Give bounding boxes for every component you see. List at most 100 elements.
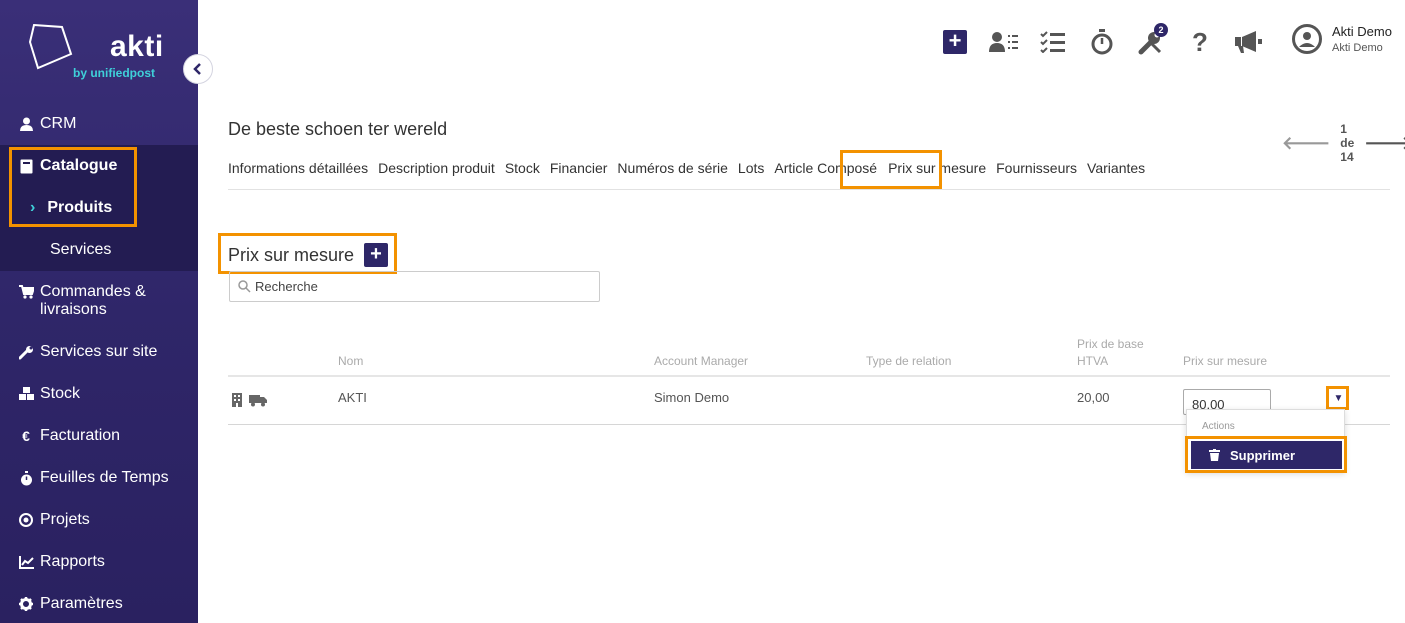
row-actions-menu: Actions Supprimer (1186, 409, 1345, 472)
building-icon (232, 393, 242, 407)
user-menu[interactable]: Akti Demo Akti Demo (1292, 24, 1392, 54)
tab-article-compose[interactable]: Article Composé (774, 160, 877, 176)
tools-button[interactable]: 2 (1136, 23, 1168, 57)
sidebar-item-label: Commandes & livraisons (40, 283, 146, 318)
arrow-left-icon[interactable]: 🡐 (1282, 133, 1330, 154)
sidebar-item-label: Stock (40, 385, 81, 402)
sidebar-item-catalogue[interactable]: Catalogue (0, 145, 198, 187)
topbar: + 2 ? (940, 23, 1283, 60)
sidebar-item-label: Catalogue (40, 157, 118, 174)
user-name: Akti Demo (1332, 24, 1392, 39)
announcements-button[interactable] (1234, 27, 1264, 57)
truck-icon (249, 395, 267, 407)
tab-prix-sur-mesure[interactable]: Prix sur mesure (888, 160, 986, 176)
add-custom-price-button[interactable]: + (364, 243, 388, 267)
column-header-account-manager[interactable]: Account Manager (654, 353, 748, 370)
pager-label: 1 de 14 (1340, 122, 1355, 164)
stopwatch-icon (18, 470, 34, 486)
section-title: Prix sur mesure (228, 245, 355, 265)
sidebar-item-label: Projets (40, 511, 90, 528)
column-header-prix-base[interactable]: Prix de base HTVA (1077, 336, 1144, 370)
user-avatar-icon (1292, 24, 1322, 54)
tab-informations[interactable]: Informations détaillées (228, 160, 368, 176)
user-icon (18, 116, 34, 132)
tab-variantes[interactable]: Variantes (1087, 160, 1145, 176)
sidebar-collapse-button[interactable] (183, 54, 213, 84)
gear-icon (18, 596, 34, 612)
euro-icon: € (22, 428, 30, 444)
sidebar-item-label: Paramètres (40, 595, 123, 612)
sidebar-item-rapports[interactable]: Rapports (0, 541, 198, 583)
column-header-nom[interactable]: Nom (338, 353, 363, 370)
sidebar-item-label: Rapports (40, 553, 105, 570)
add-button[interactable]: + (940, 27, 970, 57)
tools-badge: 2 (1154, 23, 1168, 37)
add-icon: + (943, 30, 967, 54)
sidebar-item-label: Produits (47, 199, 113, 216)
cell-prix-base: 20,00 (1077, 390, 1110, 405)
search-input[interactable] (255, 279, 575, 294)
sidebar-item-services-sur-site[interactable]: Services sur site (0, 331, 198, 373)
page-title: De beste schoen ter wereld (228, 119, 448, 139)
sidebar-item-label: Services (50, 241, 112, 258)
sidebar-item-parametres[interactable]: Paramètres (0, 583, 198, 623)
sidebar-item-produits[interactable]: › Produits (0, 187, 198, 229)
column-header-prix-mesure[interactable]: Prix sur mesure (1183, 353, 1267, 370)
sidebar-nav: CRM Catalogue › Produits Services Comman… (0, 103, 198, 623)
checklist-icon (1040, 31, 1065, 53)
sidebar-item-label: Services sur site (40, 343, 158, 360)
book-icon (18, 158, 34, 174)
tab-numeros-de-serie[interactable]: Numéros de série (617, 160, 728, 176)
sidebar-item-label: Feuilles de Temps (40, 469, 169, 486)
trash-icon (1209, 449, 1220, 461)
logo-shape-icon (28, 23, 73, 70)
column-header-prix-base-line1: Prix de base (1077, 337, 1144, 351)
caret-down-icon: ▼ (1333, 393, 1344, 404)
sidebar-item-stock[interactable]: Stock (0, 373, 198, 415)
tab-description[interactable]: Description produit (378, 160, 495, 176)
catalogue-group: Catalogue › Produits Services (0, 145, 198, 271)
timer-button[interactable] (1087, 27, 1117, 57)
tabs-divider (228, 189, 1390, 190)
sidebar: akti by unifiedpost CRM Catalogue › Prod… (0, 0, 198, 623)
sidebar-item-feuilles-de-temps[interactable]: Feuilles de Temps (0, 457, 198, 499)
delete-menu-item[interactable]: Supprimer (1191, 441, 1342, 469)
tab-stock[interactable]: Stock (505, 160, 540, 176)
tab-financier[interactable]: Financier (550, 160, 608, 176)
cell-account-manager: Simon Demo (654, 390, 730, 405)
help-button[interactable]: ? (1185, 27, 1215, 57)
sidebar-item-facturation[interactable]: € Facturation (0, 415, 198, 457)
tab-lots[interactable]: Lots (738, 160, 764, 176)
cell-nom[interactable]: AKTI (338, 390, 367, 405)
delete-label: Supprimer (1230, 447, 1296, 463)
record-pager: 🡐 1 de 14 🡒 (1272, 122, 1405, 164)
arrow-right-icon[interactable]: 🡒 (1364, 133, 1405, 154)
contacts-list-button[interactable] (989, 27, 1019, 57)
tab-fournisseurs[interactable]: Fournisseurs (996, 160, 1077, 176)
help-icon: ? (1192, 26, 1208, 57)
sidebar-item-label: Facturation (40, 427, 121, 444)
boxes-icon (18, 386, 34, 402)
sidebar-item-commandes[interactable]: Commandes & livraisons (0, 271, 198, 331)
column-header-type-relation[interactable]: Type de relation (866, 353, 951, 370)
chart-icon (18, 554, 34, 570)
menu-header: Actions (1202, 421, 1235, 432)
column-header-prix-base-line2: HTVA (1077, 354, 1109, 368)
sidebar-item-projets[interactable]: Projets (0, 499, 198, 541)
sidebar-item-services[interactable]: Services (0, 229, 198, 271)
row-actions-button[interactable]: ▼ (1330, 390, 1347, 407)
chevron-left-icon (193, 63, 201, 75)
sidebar-item-crm[interactable]: CRM (0, 103, 198, 145)
product-tabs: Informations détaillées Description prod… (228, 160, 1155, 176)
akti-logo[interactable]: akti by unifiedpost (28, 22, 178, 92)
tasks-button[interactable] (1038, 27, 1068, 57)
table-header-divider (228, 375, 1390, 377)
megaphone-icon (1235, 31, 1262, 53)
brand-name: akti (110, 30, 164, 63)
brand-tagline: by unifiedpost (73, 66, 155, 80)
stopwatch-icon (1091, 29, 1113, 55)
search-box (229, 271, 600, 302)
user-company: Akti Demo (1332, 42, 1383, 54)
target-icon (18, 512, 34, 528)
wrench-icon (18, 344, 34, 360)
